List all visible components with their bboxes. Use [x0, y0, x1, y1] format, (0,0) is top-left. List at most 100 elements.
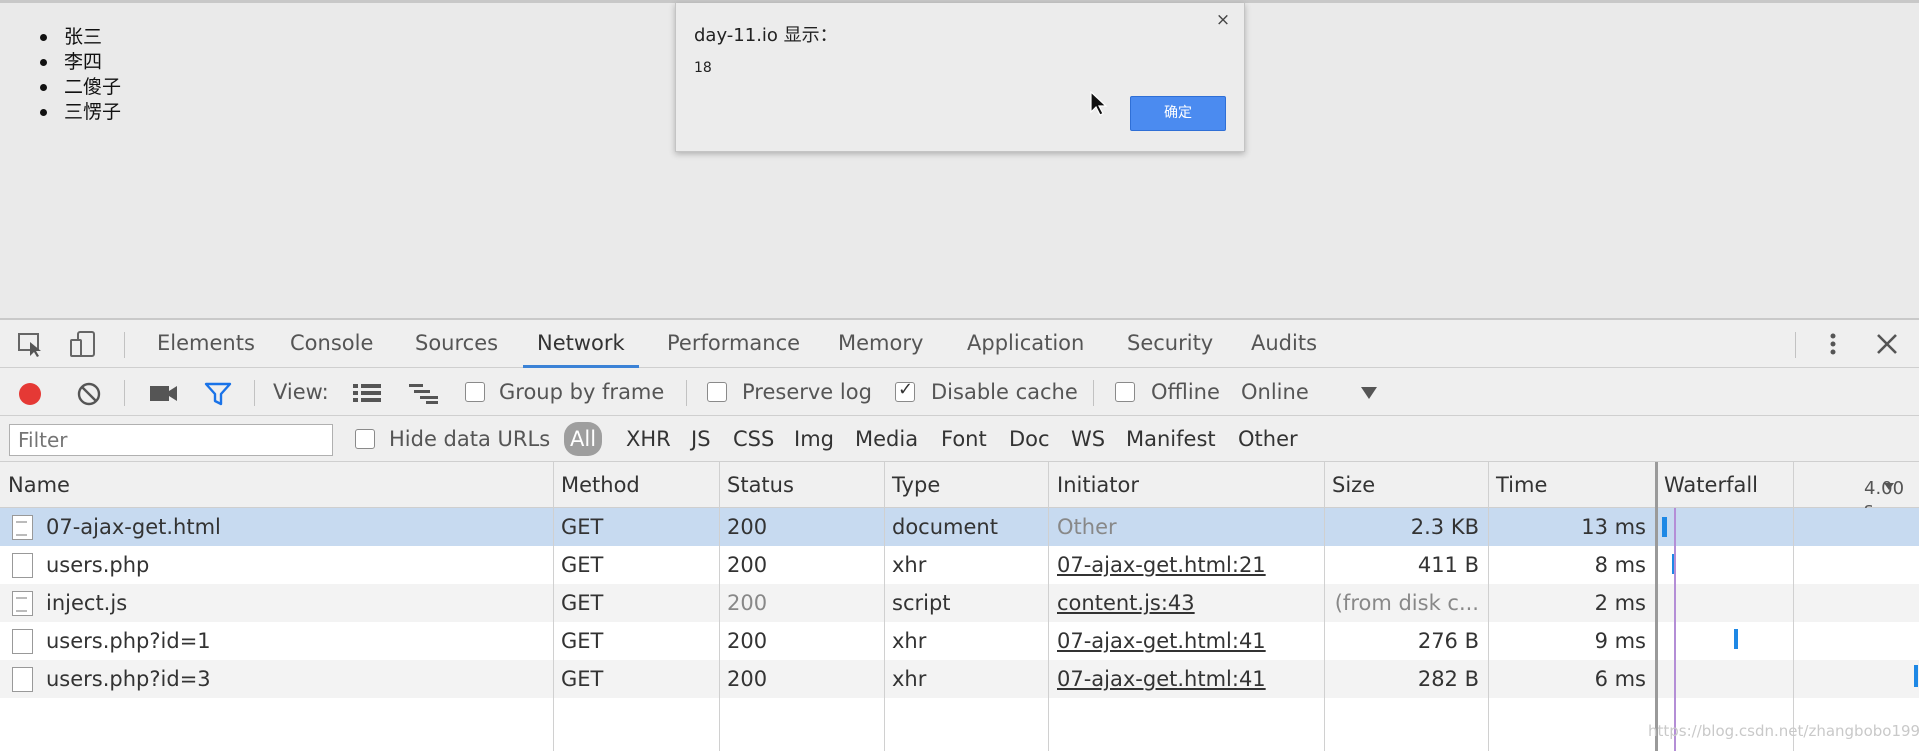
disable-cache-checkbox[interactable] [895, 379, 915, 402]
column-header-size[interactable]: Size [1332, 473, 1375, 497]
table-row[interactable]: inject.js GET 200 script content.js:43 (… [0, 584, 1919, 622]
request-type: xhr [892, 667, 927, 691]
preserve-log-label: Preserve log [742, 380, 872, 404]
request-time: 2 ms [1594, 591, 1646, 615]
bullet-icon [40, 34, 47, 41]
alert-title: day-11.io 显示： [694, 25, 838, 46]
ok-button[interactable]: 确定 [1130, 96, 1226, 131]
tab-application[interactable]: Application [967, 328, 1084, 368]
sort-arrow-icon[interactable] [1881, 478, 1897, 494]
tab-elements[interactable]: Elements [157, 328, 255, 368]
tab-security[interactable]: Security [1127, 328, 1213, 368]
offline-checkbox[interactable] [1115, 382, 1135, 402]
request-size: 282 B [1417, 667, 1479, 691]
filter-type-xhr[interactable]: XHR [626, 427, 671, 451]
list-item: 二傻子 [38, 75, 121, 100]
waterfall-bar [1734, 629, 1738, 649]
filter-type-manifest[interactable]: Manifest [1126, 427, 1216, 451]
column-divider [1048, 462, 1049, 751]
table-row[interactable]: users.php GET 200 xhr 07-ajax-get.html:2… [0, 546, 1919, 584]
column-header-method[interactable]: Method [561, 473, 640, 497]
table-header: Name Method Status Type Initiator Size T… [0, 462, 1919, 520]
request-method: GET [561, 591, 604, 615]
divider [686, 380, 687, 406]
initiator-link[interactable]: 07-ajax-get.html:41 [1057, 629, 1266, 653]
table-row[interactable]: 07-ajax-get.html GET 200 document Other … [0, 508, 1919, 546]
inspect-element-icon[interactable] [16, 330, 46, 358]
preserve-log-checkbox[interactable] [707, 382, 727, 402]
filter-type-all[interactable]: All [564, 422, 603, 456]
divider [124, 332, 125, 358]
column-divider [1324, 462, 1325, 751]
column-header-initiator[interactable]: Initiator [1057, 473, 1139, 497]
request-status: 200 [727, 629, 768, 653]
initiator-link[interactable]: content.js:43 [1057, 591, 1195, 615]
column-header-time[interactable]: Time [1496, 473, 1547, 497]
tab-sources[interactable]: Sources [415, 328, 498, 368]
filter-type-img[interactable]: Img [794, 427, 834, 451]
throttling-select[interactable]: Online [1241, 380, 1309, 404]
filter-type-css[interactable]: CSS [733, 427, 774, 451]
table-row[interactable]: users.php?id=1 GET 200 xhr 07-ajax-get.h… [0, 622, 1919, 660]
filter-type-font[interactable]: Font [941, 427, 987, 451]
filter-type-other[interactable]: Other [1238, 427, 1298, 451]
filter-type-doc[interactable]: Doc [1009, 427, 1050, 451]
column-header-name[interactable]: Name [8, 473, 70, 497]
close-icon[interactable]: × [1214, 11, 1232, 29]
filter-type-ws[interactable]: WS [1071, 427, 1105, 451]
record-icon[interactable] [16, 380, 44, 408]
filter-type-js[interactable]: JS [691, 427, 711, 451]
request-size: (from disk c... [1334, 591, 1479, 615]
column-header-waterfall[interactable]: Waterfall [1664, 473, 1758, 497]
initiator-link[interactable]: 07-ajax-get.html:41 [1057, 667, 1266, 691]
request-time: 8 ms [1594, 553, 1646, 577]
request-status: 200 [727, 667, 768, 691]
device-toolbar-icon[interactable] [68, 330, 98, 358]
waterfall-bar [1662, 517, 1667, 537]
request-name: 07-ajax-get.html [46, 515, 221, 539]
request-status: 200 [727, 515, 768, 539]
page-viewport: 张三 李四 二傻子 三愣子 day-11.io 显示： × 18 确定 [0, 0, 1919, 318]
tab-audits[interactable]: Audits [1251, 328, 1317, 368]
request-size: 2.3 KB [1410, 515, 1479, 539]
tab-network[interactable]: Network [523, 328, 639, 368]
divider [254, 380, 255, 406]
filter-bar: Hide data URLs All XHR JS CSS Img Media … [0, 416, 1919, 462]
request-type: xhr [892, 629, 927, 653]
filter-icon[interactable] [204, 381, 232, 407]
filter-input[interactable] [9, 424, 333, 456]
tab-performance[interactable]: Performance [667, 328, 800, 368]
close-devtools-icon[interactable] [1873, 330, 1901, 358]
column-header-status[interactable]: Status [727, 473, 794, 497]
waterfall-column-divider[interactable] [1655, 462, 1658, 751]
request-size: 411 B [1417, 553, 1479, 577]
list-item: 张三 [38, 25, 121, 50]
request-type: document [892, 515, 998, 539]
screenshot-camera-icon[interactable] [149, 382, 179, 404]
overview-icon[interactable] [408, 382, 440, 404]
column-header-type[interactable]: Type [892, 473, 940, 497]
request-status: 200 [727, 553, 768, 577]
clear-icon[interactable] [75, 380, 103, 408]
column-divider [553, 462, 554, 751]
waterfall-bar [1914, 665, 1918, 687]
file-icon [12, 667, 33, 692]
tab-console[interactable]: Console [290, 328, 373, 368]
initiator-link[interactable]: 07-ajax-get.html:21 [1057, 553, 1266, 577]
divider [1093, 380, 1094, 406]
more-options-icon[interactable] [1823, 330, 1843, 358]
request-time: 9 ms [1594, 629, 1646, 653]
tab-memory[interactable]: Memory [838, 328, 923, 368]
mouse-cursor-icon [1090, 91, 1108, 116]
divider [1795, 332, 1796, 358]
chevron-down-icon[interactable] [1360, 386, 1378, 400]
group-by-frame-checkbox[interactable] [465, 382, 485, 402]
request-name: users.php?id=3 [46, 667, 211, 691]
script-file-icon [12, 591, 33, 616]
network-requests-table: Name Method Status Type Initiator Size T… [0, 462, 1919, 751]
table-row[interactable]: users.php?id=3 GET 200 xhr 07-ajax-get.h… [0, 660, 1919, 698]
hide-data-urls-checkbox[interactable] [355, 429, 375, 449]
bullet-icon [40, 84, 47, 91]
large-rows-icon[interactable] [352, 382, 382, 404]
filter-type-media[interactable]: Media [855, 427, 918, 451]
